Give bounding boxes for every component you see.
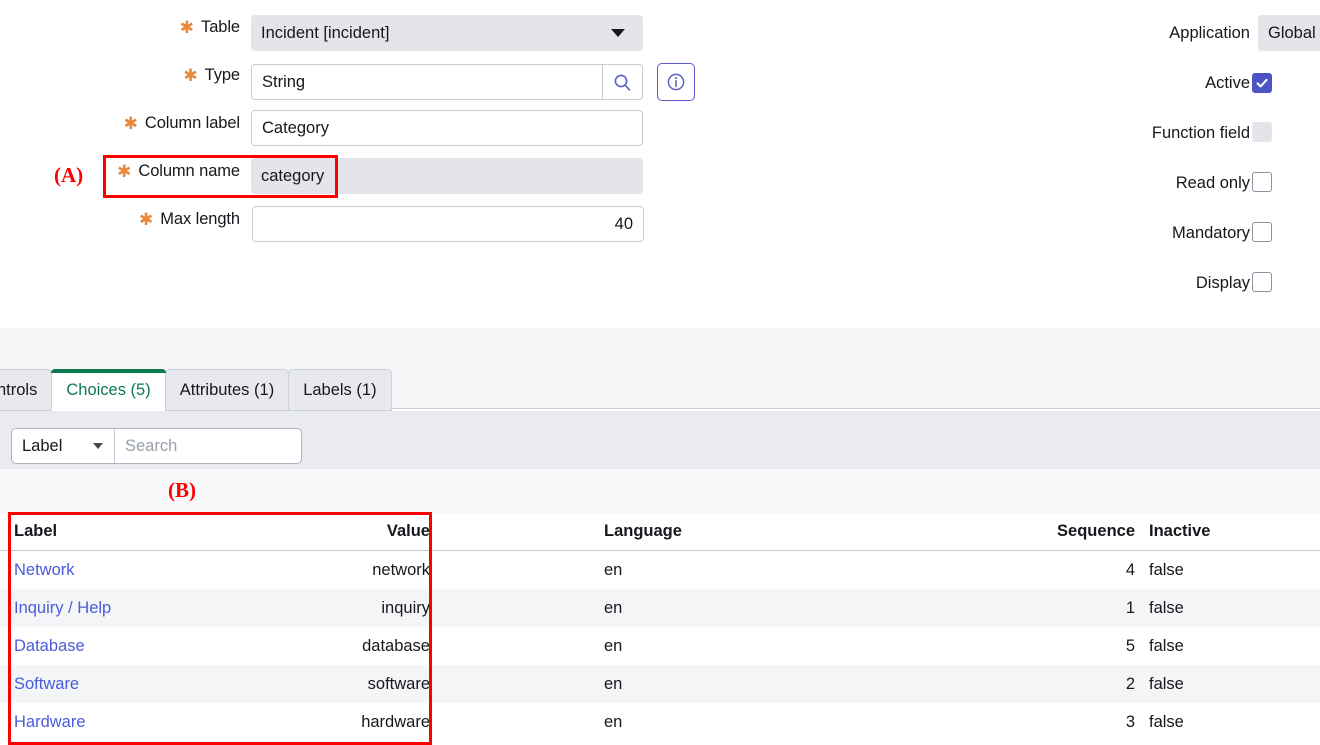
choices-table: Label Value Language Sequence Inactive N… [0,513,1320,741]
cell-inactive: false [1149,636,1184,655]
label-read-only: Read only [1175,173,1250,192]
screen-root: ✱ Table Incident [incident] ✱ Type Strin… [0,0,1320,745]
application-field[interactable]: Global [1258,15,1320,51]
cell-label[interactable]: Database [0,637,340,656]
tab-choices[interactable]: Choices (5) [51,369,167,411]
tab-controls[interactable]: ntrols [0,369,53,411]
cell-value: network [372,560,430,579]
cell-sequence: 1 [1125,598,1135,617]
label-function-field: Function field [1151,123,1250,142]
list-header-gap [0,469,1320,513]
required-asterisk-icon: ✱ [179,18,195,37]
search-group: Label Search [11,428,302,464]
cell-inactive: false [1149,598,1184,617]
cell-sequence: 2 [1125,674,1135,693]
chevron-down-icon [93,443,103,449]
column-label-input[interactable]: Category [251,110,643,146]
cell-sequence: 3 [1125,712,1135,731]
search-field-select[interactable]: Label [12,429,115,463]
table-row[interactable]: Network network en 4 false [0,551,1320,589]
cell-language: en [604,636,623,655]
check-icon [1256,78,1268,88]
tab-attributes[interactable]: Attributes (1) [164,369,290,411]
cell-label[interactable]: Software [0,675,340,694]
table-header-row: Label Value Language Sequence Inactive [0,513,1320,551]
max-length-input[interactable]: 40 [252,206,644,242]
cell-language: en [604,598,623,617]
label-table: ✱ Table [179,18,240,37]
label-column-name: ✱ Column name [117,162,240,181]
cell-value: database [362,636,430,655]
search-input[interactable]: Search [115,429,301,463]
cell-language: en [604,560,623,579]
required-asterisk-icon: ✱ [123,114,138,133]
cell-inactive: false [1149,560,1184,579]
label-application: Application [1169,23,1250,42]
cell-value: software [367,674,430,693]
cell-sequence: 4 [1125,560,1135,579]
type-field-group: String [251,63,695,101]
cell-sequence: 5 [1125,636,1135,655]
display-checkbox[interactable] [1252,272,1272,292]
cell-inactive: false [1149,712,1184,731]
read-only-checkbox[interactable] [1252,172,1272,192]
cell-label[interactable]: Network [0,561,340,580]
label-display: Display [1195,273,1250,292]
annotation-label-a: (A) [54,163,84,187]
info-icon[interactable] [657,63,695,101]
active-checkbox[interactable] [1252,73,1272,93]
annotation-label-b: (B) [168,478,196,502]
column-name-field[interactable]: category [251,158,643,194]
cell-value: inquiry [381,598,430,617]
table-row[interactable]: Hardware hardware en 3 false [0,703,1320,741]
label-max-length: ✱ Max length [139,210,240,229]
field-form: ✱ Table Incident [incident] ✱ Type Strin… [0,0,1320,328]
column-header-inactive[interactable]: Inactive [1135,522,1305,541]
cell-language: en [604,674,623,693]
table-select[interactable]: Incident [incident] [251,15,643,51]
cell-label[interactable]: Hardware [0,713,340,732]
mandatory-checkbox[interactable] [1252,222,1272,242]
required-asterisk-icon: ✱ [139,210,154,229]
required-asterisk-icon: ✱ [117,162,132,181]
column-header-sequence[interactable]: Sequence [765,522,1135,541]
label-mandatory: Mandatory [1172,223,1250,242]
cell-inactive: false [1149,674,1184,693]
label-active: Active [1205,73,1250,92]
function-field-checkbox [1252,122,1272,142]
column-header-value[interactable]: Value [340,522,430,541]
type-input[interactable]: String [251,64,603,100]
tab-labels[interactable]: Labels (1) [288,369,392,411]
table-row[interactable]: Inquiry / Help inquiry en 1 false [0,589,1320,627]
cell-value: hardware [361,712,430,731]
chevron-down-icon [611,29,625,37]
required-asterisk-icon: ✱ [183,66,198,85]
label-column-label: ✱ Column label [123,114,240,133]
column-header-label[interactable]: Label [0,522,340,541]
cell-language: en [604,712,623,731]
table-body: Network network en 4 false Inquiry / Hel… [0,551,1320,741]
table-row[interactable]: Software software en 2 false [0,665,1320,703]
column-header-language[interactable]: Language [590,522,765,541]
table-row[interactable]: Database database en 5 false [0,627,1320,665]
cell-label[interactable]: Inquiry / Help [0,599,340,618]
label-type: ✱ Type [183,66,240,85]
search-icon[interactable] [603,64,643,100]
related-lists-tabs: ntrols Choices (5) Attributes (1) Labels… [0,369,392,411]
